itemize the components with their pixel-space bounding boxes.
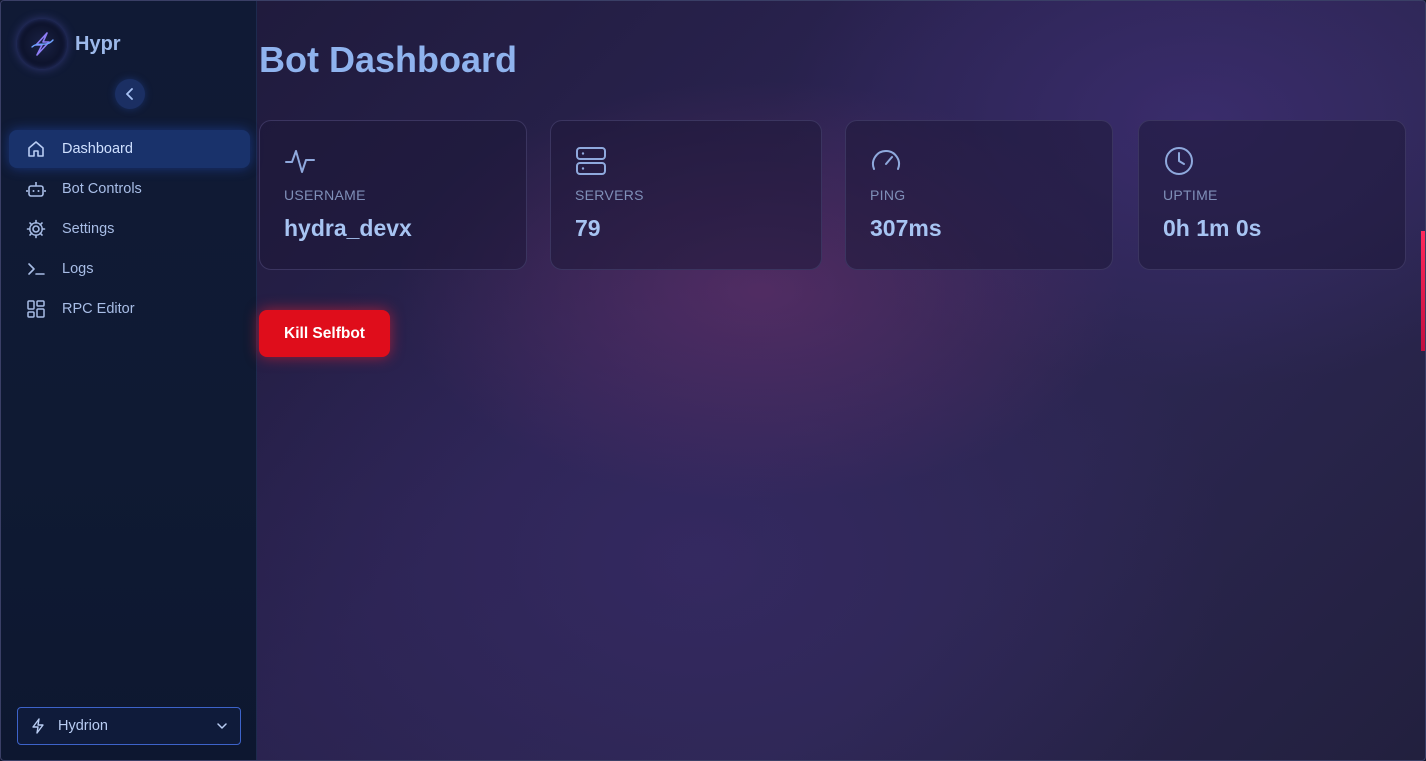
clock-icon xyxy=(1163,145,1195,177)
home-icon xyxy=(26,139,46,159)
bot-icon xyxy=(26,179,46,199)
sidebar-item-label: Bot Controls xyxy=(62,181,142,197)
profile-select[interactable]: Hydrion xyxy=(17,707,241,745)
sidebar-item-label: Dashboard xyxy=(62,141,133,157)
sidebar-item-label: Settings xyxy=(62,221,115,237)
sidebar-item-label: Logs xyxy=(62,261,94,277)
stat-label: USERNAME xyxy=(284,187,366,203)
stat-card-username: USERNAME hydra_devx xyxy=(259,120,527,270)
sidebar-item-logs[interactable]: Logs xyxy=(9,250,250,288)
sidebar-item-label: RPC Editor xyxy=(62,301,135,317)
page-title: Bot Dashboard xyxy=(259,39,518,80)
app-name: Hypr xyxy=(75,32,121,55)
logo-icon xyxy=(17,19,67,69)
stat-card-servers: SERVERS 79 xyxy=(550,120,822,270)
stat-card-uptime: UPTIME 0h 1m 0s xyxy=(1138,120,1406,270)
app-window: Hypr Dashboard Bot Controls Settings Log… xyxy=(0,0,1426,761)
gauge-icon xyxy=(870,145,902,177)
activity-icon xyxy=(284,145,316,177)
window-edge-accent xyxy=(1421,231,1425,351)
sidebar-item-dashboard[interactable]: Dashboard xyxy=(9,130,250,168)
stat-value: hydra_devx xyxy=(284,215,412,241)
layout-grid-icon xyxy=(26,299,46,319)
stat-value: 79 xyxy=(575,215,601,241)
stat-value: 307ms xyxy=(870,215,942,241)
gear-icon xyxy=(26,219,46,239)
sidebar-nav: Dashboard Bot Controls Settings Logs RPC… xyxy=(9,130,250,330)
brand: Hypr xyxy=(17,19,121,69)
stat-label: SERVERS xyxy=(575,187,644,203)
sidebar-item-settings[interactable]: Settings xyxy=(9,210,250,248)
lightning-icon xyxy=(30,718,46,734)
terminal-icon xyxy=(26,259,46,279)
chevron-down-icon xyxy=(216,720,228,732)
stat-card-ping: PING 307ms xyxy=(845,120,1113,270)
sidebar: Hypr Dashboard Bot Controls Settings Log… xyxy=(1,1,257,760)
stat-label: PING xyxy=(870,187,906,203)
stat-label: UPTIME xyxy=(1163,187,1218,203)
profile-select-value: Hydrion xyxy=(58,718,108,734)
sidebar-item-rpc-editor[interactable]: RPC Editor xyxy=(9,290,250,328)
kill-selfbot-button[interactable]: Kill Selfbot xyxy=(259,310,390,357)
stat-value: 0h 1m 0s xyxy=(1163,215,1262,241)
collapse-sidebar-button[interactable] xyxy=(115,79,145,109)
sidebar-item-bot-controls[interactable]: Bot Controls xyxy=(9,170,250,208)
server-icon xyxy=(575,145,607,177)
chevron-left-icon xyxy=(126,88,133,100)
